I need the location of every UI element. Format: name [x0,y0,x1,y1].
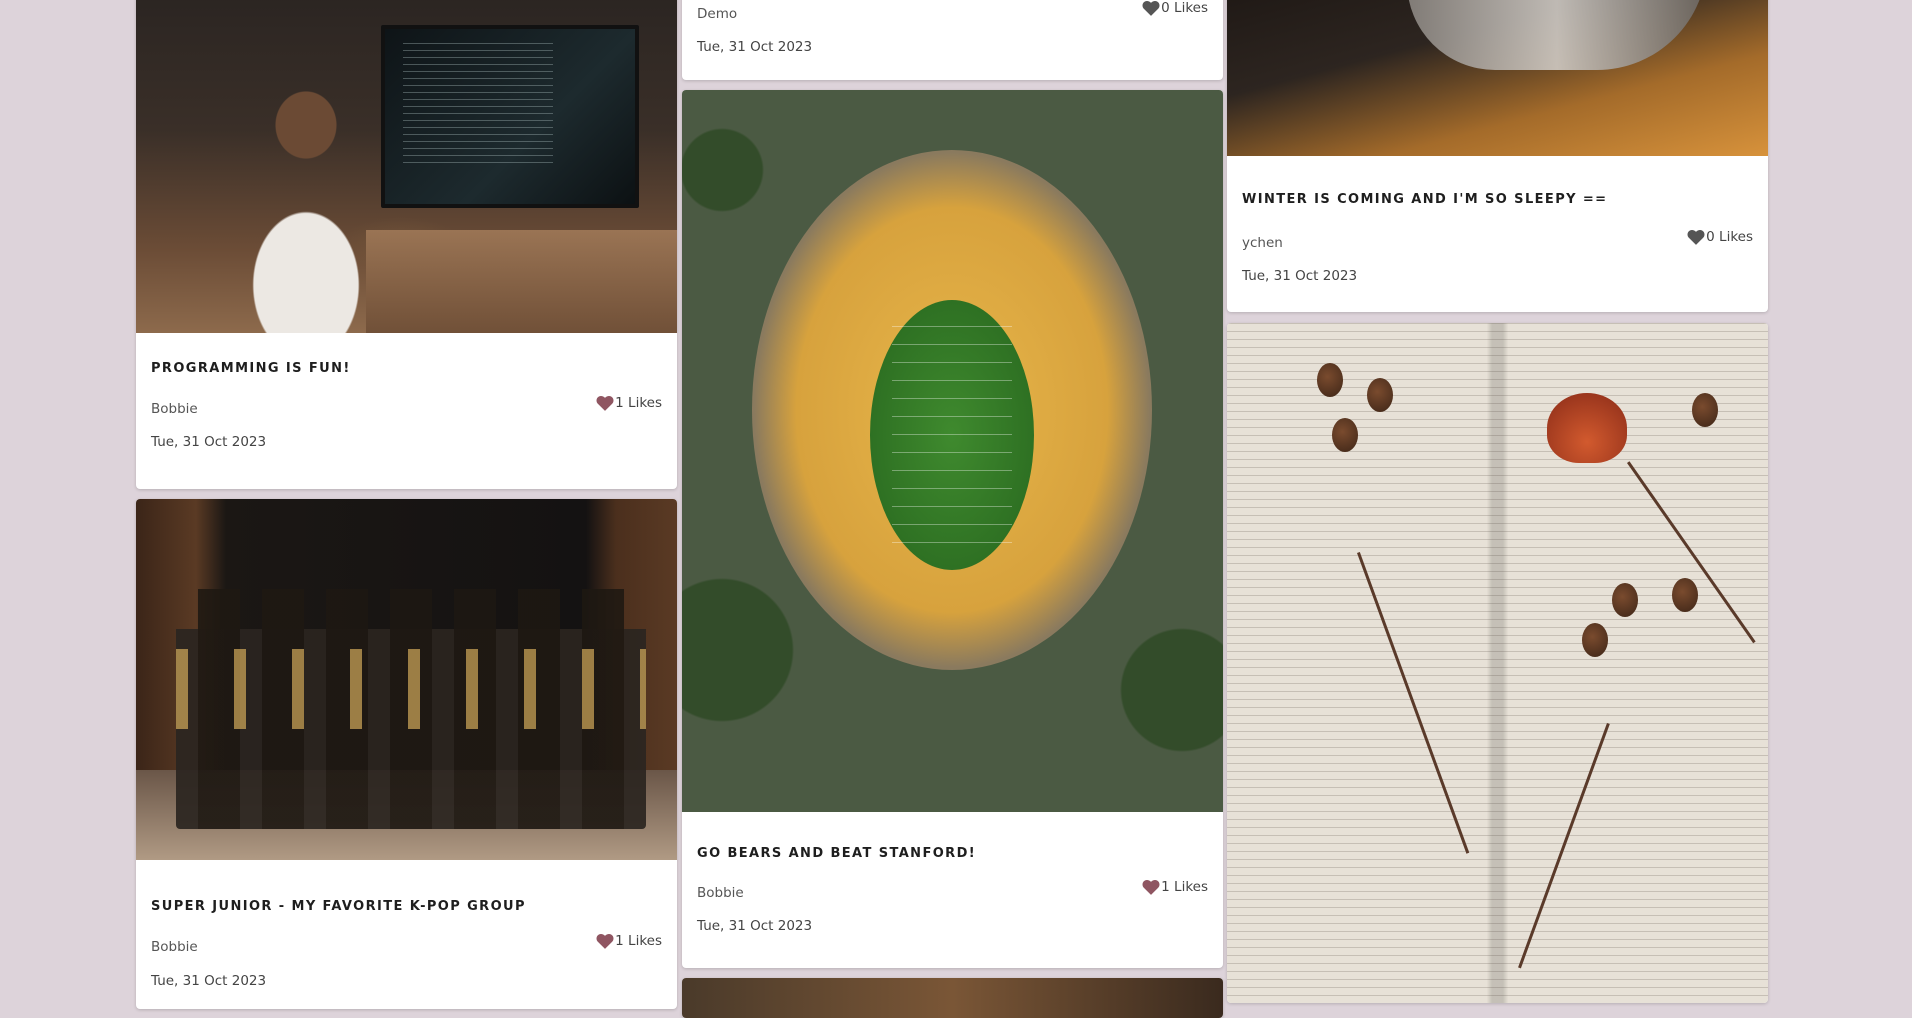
post-body: SUPER JUNIOR - MY FAVORITE K-POP GROUP B… [136,860,677,1009]
like-count: 1 Likes [1161,879,1208,895]
pinecone-decor [1367,378,1393,412]
protea-flower-decor [1547,393,1627,463]
post-body: GO BEARS AND BEAT STANFORD! Bobbie 1 Lik… [682,812,1223,968]
post-card-programming[interactable]: PROGRAMMING IS FUN! Bobbie 1 Likes Tue, … [136,0,677,489]
post-card-winter[interactable]: WINTER IS COMING AND I'M SO SLEEPY == yc… [1227,0,1768,312]
post-card-next[interactable] [682,978,1223,1018]
post-title: GO BEARS AND BEAT STANFORD! [697,846,977,861]
post-date: Tue, 31 Oct 2023 [151,973,267,989]
like-button[interactable]: 0 Likes [1687,229,1753,245]
like-count: 1 Likes [615,395,662,411]
post-image-programming[interactable] [136,0,677,333]
post-date: Tue, 31 Oct 2023 [697,918,813,934]
like-count: 0 Likes [1706,229,1753,245]
field-decor [870,300,1034,570]
post-body: PROGRAMMING IS FUN! Bobbie 1 Likes Tue, … [136,333,677,489]
like-button[interactable]: 0 Likes [1142,0,1208,16]
heart-icon [1142,879,1160,895]
monitor-decor [381,25,639,208]
stem-decor [1357,551,1470,854]
pinecone-decor [1672,578,1698,612]
post-title: WINTER IS COMING AND I'M SO SLEEPY == [1242,192,1608,207]
post-card-superjunior[interactable]: SUPER JUNIOR - MY FAVORITE K-POP GROUP B… [136,499,677,1009]
post-date: Tue, 31 Oct 2023 [151,434,267,450]
post-title: SUPER JUNIOR - MY FAVORITE K-POP GROUP [151,899,526,914]
jackets-decor [176,649,646,729]
post-image-cat[interactable] [1227,0,1768,156]
pinecone-decor [1582,623,1608,657]
post-author: Bobbie [697,885,744,901]
pinecone-decor [1332,418,1358,452]
post-body: Demo 0 Likes Tue, 31 Oct 2023 [682,0,1223,80]
post-image-superjunior[interactable] [136,499,677,860]
heart-icon [1687,229,1705,245]
stem-decor [1627,461,1756,644]
post-card-books[interactable] [1227,323,1768,1003]
post-date: Tue, 31 Oct 2023 [697,39,813,55]
post-card-gobears[interactable]: GO BEARS AND BEAT STANFORD! Bobbie 1 Lik… [682,90,1223,968]
post-card-demo[interactable]: Demo 0 Likes Tue, 31 Oct 2023 [682,0,1223,80]
heart-icon [596,395,614,411]
post-image-books[interactable] [1227,323,1768,1003]
like-button[interactable]: 1 Likes [1142,879,1208,895]
like-count: 1 Likes [615,933,662,949]
pinecone-decor [1612,583,1638,617]
post-image-stadium[interactable] [682,90,1223,812]
person-decor [226,65,386,333]
like-button[interactable]: 1 Likes [596,933,662,949]
cat-decor [1407,0,1707,70]
pinecone-decor [1692,393,1718,427]
post-author: Demo [697,6,738,22]
like-button[interactable]: 1 Likes [596,395,662,411]
post-author: Bobbie [151,401,198,417]
heart-icon [1142,0,1160,16]
like-count: 0 Likes [1161,0,1208,16]
post-title: PROGRAMMING IS FUN! [151,361,351,376]
post-body: WINTER IS COMING AND I'M SO SLEEPY == yc… [1227,156,1768,312]
pinecone-decor [1317,363,1343,397]
heart-icon [596,933,614,949]
post-image-next[interactable] [682,978,1223,1018]
stem-decor [1518,723,1610,969]
desk-decor [366,230,677,333]
post-date: Tue, 31 Oct 2023 [1242,268,1358,284]
post-author: Bobbie [151,939,198,955]
post-author: ychen [1242,235,1283,251]
